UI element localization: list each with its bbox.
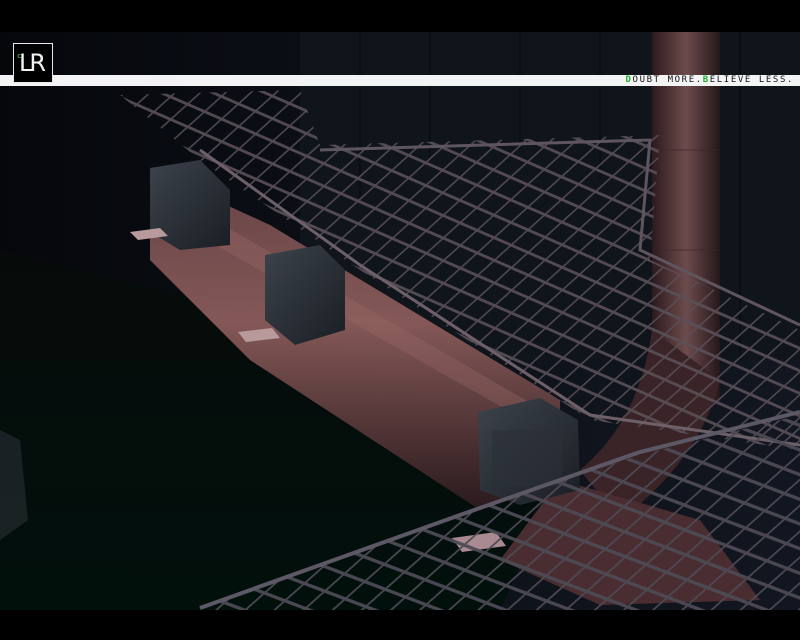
tagline-part1: oubt more. — [632, 75, 703, 85]
tagline-initial-d: D — [625, 75, 633, 85]
tagline: Doubt more.Believe less. — [626, 74, 794, 86]
letterbox-bottom — [0, 610, 800, 640]
game-logo: c LR — [13, 43, 53, 83]
game-scene — [0, 0, 800, 640]
tagline-part2: elieve less. — [709, 75, 794, 85]
tagline-initial-b: B — [702, 75, 710, 85]
letterbox-top — [0, 0, 800, 32]
logo-text: LR — [19, 49, 46, 77]
